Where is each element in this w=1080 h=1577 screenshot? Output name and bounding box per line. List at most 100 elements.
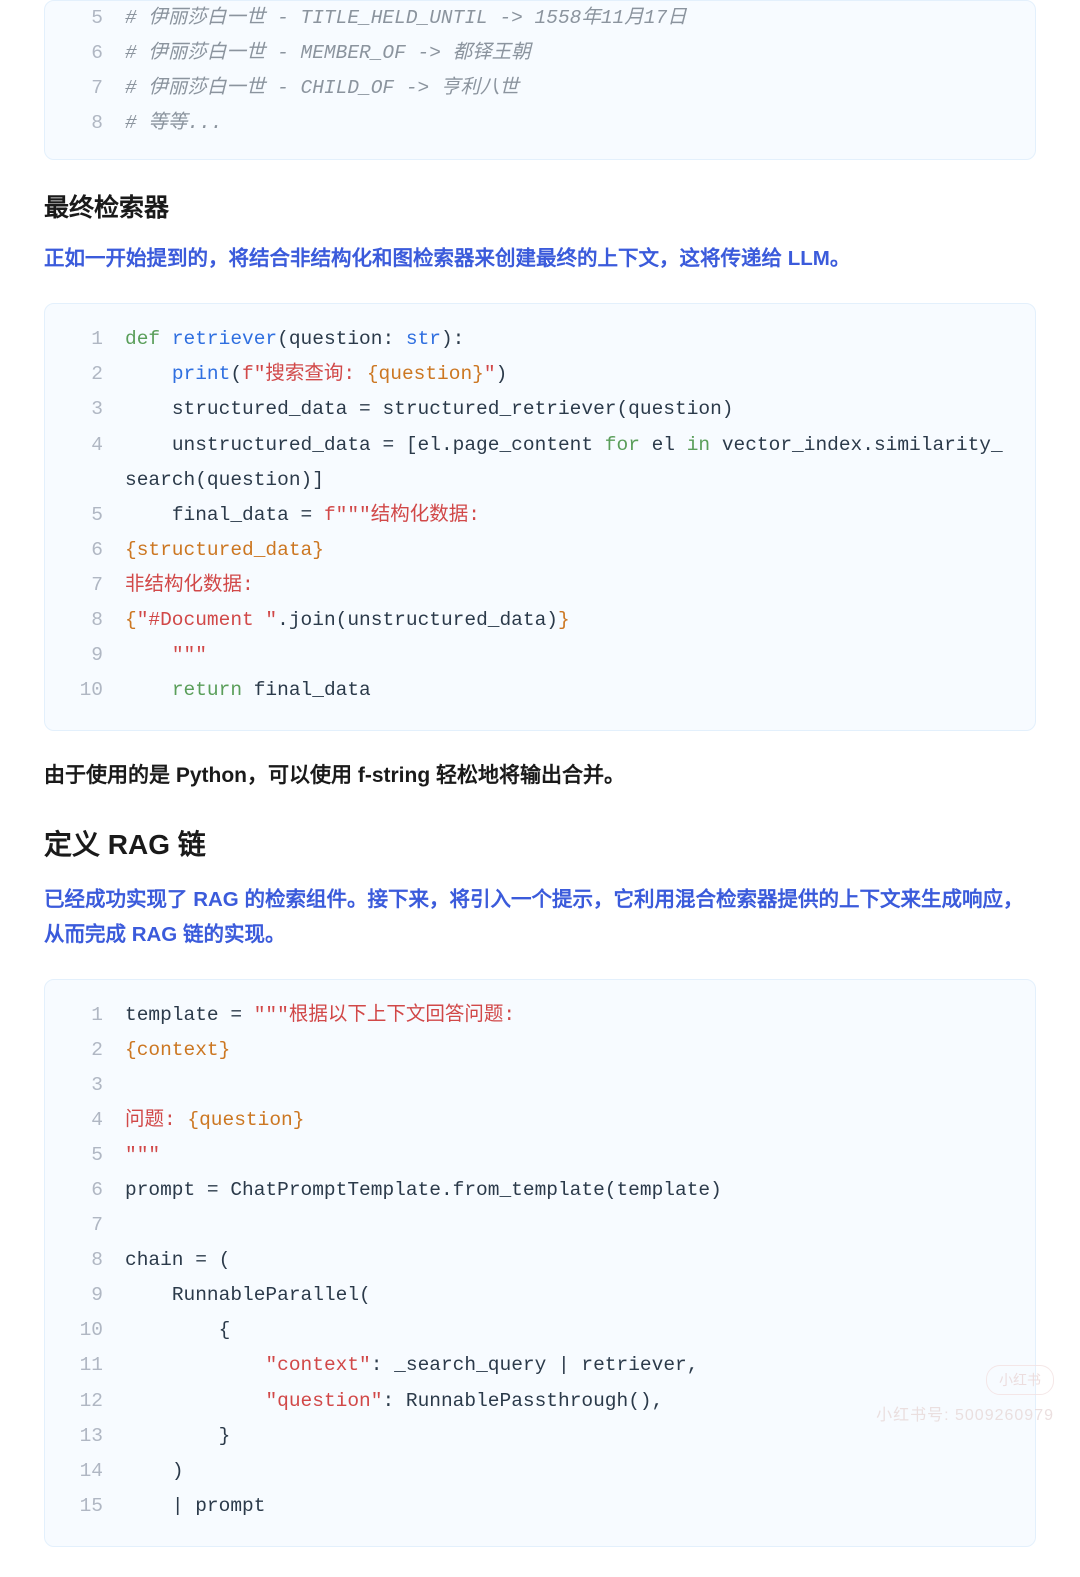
code-token: final_data: [242, 679, 371, 701]
line-content: | prompt: [125, 1489, 1013, 1524]
line-content: 非结构化数据:: [125, 568, 1013, 603]
desc-define-rag-chain: 已经成功实现了 RAG 的检索组件。接下来，将引入一个提示，它利用混合检索器提供…: [44, 883, 1036, 953]
line-number: 5: [67, 1138, 103, 1173]
code-token: # 伊丽莎白一世 - MEMBER_OF -> 都铎王朝: [125, 42, 531, 64]
line-content: return final_data: [125, 673, 1013, 708]
code-token: f"""结构化数据:: [324, 504, 480, 526]
line-content: print(f"搜索查询: {question}"): [125, 357, 1013, 392]
code-token: ): [125, 1460, 184, 1482]
code-token: : _search_query | retriever,: [371, 1354, 699, 1376]
desc-final-retriever: 正如一开始提到的，将结合非结构化和图检索器来创建最终的上下文，这将传递给 LLM…: [44, 242, 1036, 277]
code-token: 非结构化数据:: [125, 574, 254, 596]
code-token: : RunnablePassthrough(),: [382, 1390, 663, 1412]
code-token: [125, 363, 172, 385]
code-token: [125, 1354, 265, 1376]
code-token: # 伊丽莎白一世 - CHILD_OF -> 亨利八世: [125, 77, 519, 99]
code-token: unstructured_data = [el.page_content: [125, 434, 605, 456]
article-container: 5 # 伊丽莎白一世 - TITLE_HELD_UNTIL -> 1558年11月…: [0, 0, 1080, 1577]
code-token: in: [687, 434, 710, 456]
line-number: 7: [67, 1208, 103, 1243]
line-number: 7: [67, 568, 103, 603]
line-number: 2: [67, 1033, 103, 1068]
line-number: 3: [67, 392, 103, 427]
line-number: 6: [67, 533, 103, 568]
line-number: 10: [67, 673, 103, 708]
code-token: template =: [125, 1004, 254, 1026]
code-token: final_data =: [125, 504, 324, 526]
line-content: # 伊丽莎白一世 - CHILD_OF -> 亨利八世: [125, 71, 1013, 106]
code-line: 12 "question": RunnablePassthrough(),: [67, 1384, 1013, 1419]
code-line: 5 final_data = f"""结构化数据:: [67, 498, 1013, 533]
code-token: "#Document ": [137, 609, 277, 631]
code-token: """根据以下上下文回答问题:: [254, 1004, 515, 1026]
line-content: }: [125, 1419, 1013, 1454]
code-line: 15 | prompt: [67, 1489, 1013, 1524]
code-token: ": [484, 363, 496, 385]
line-number: 6: [67, 36, 103, 71]
code-token: str: [406, 328, 441, 350]
code-token: {: [125, 1319, 230, 1341]
line-content: [125, 1068, 1013, 1103]
code-token: }: [558, 609, 570, 631]
line-content: # 伊丽莎白一世 - MEMBER_OF -> 都铎王朝: [125, 36, 1013, 71]
line-number: 1: [67, 998, 103, 1033]
line-content: # 等等...: [125, 106, 1013, 141]
code-line: 3 structured_data = structured_retriever…: [67, 392, 1013, 427]
code-line: 4 unstructured_data = [el.page_content f…: [67, 428, 1013, 498]
code-token: for: [605, 434, 640, 456]
line-number: 4: [67, 1103, 103, 1138]
line-number: 9: [67, 638, 103, 673]
line-content: unstructured_data = [el.page_content for…: [125, 428, 1013, 498]
line-number: 5: [67, 1, 103, 36]
heading-final-retriever: 最终检索器: [44, 188, 1036, 224]
line-content: final_data = f"""结构化数据:: [125, 498, 1013, 533]
line-number: 7: [67, 71, 103, 106]
code-line: 8{"#Document ".join(unstructured_data)}: [67, 603, 1013, 638]
code-line: 5 # 伊丽莎白一世 - TITLE_HELD_UNTIL -> 1558年11月…: [67, 1, 1013, 36]
line-number: 12: [67, 1384, 103, 1419]
code-line: 2 print(f"搜索查询: {question}"): [67, 357, 1013, 392]
code-block-2: 1 def retriever(question: str):2 print(f"…: [44, 303, 1036, 731]
code-token: retriever: [172, 328, 277, 350]
line-content: structured_data = structured_retriever(q…: [125, 392, 1013, 427]
code-token: [125, 644, 172, 666]
line-number: 11: [67, 1348, 103, 1383]
line-content: {context}: [125, 1033, 1013, 1068]
code-token: def: [125, 328, 160, 350]
line-number: 4: [67, 428, 103, 498]
code-line: 9 RunnableParallel(: [67, 1278, 1013, 1313]
code-token: "context": [265, 1354, 370, 1376]
line-content: # 伊丽莎白一世 - TITLE_HELD_UNTIL -> 1558年11月1…: [125, 1, 1013, 36]
line-number: 9: [67, 1278, 103, 1313]
code-token: chain = (: [125, 1249, 230, 1271]
line-content: """: [125, 1138, 1013, 1173]
code-token: (question:: [277, 328, 406, 350]
code-token: {question}: [367, 363, 484, 385]
code-token: """: [125, 1144, 160, 1166]
code-token: {structured_data}: [125, 539, 324, 561]
paragraph-fstring: 由于使用的是 Python，可以使用 f-string 轻松地将输出合并。: [44, 759, 1036, 793]
line-content: "context": _search_query | retriever,: [125, 1348, 1013, 1383]
code-token: ): [496, 363, 508, 385]
line-number: 3: [67, 1068, 103, 1103]
code-line: 3: [67, 1068, 1013, 1103]
line-content: """: [125, 638, 1013, 673]
code-token: print: [172, 363, 231, 385]
code-token: return: [172, 679, 242, 701]
code-line: 10 {: [67, 1313, 1013, 1348]
code-line: 14 ): [67, 1454, 1013, 1489]
line-content: def retriever(question: str):: [125, 322, 1013, 357]
code-token: 问题:: [125, 1109, 187, 1131]
code-token: # 伊丽莎白一世 - TITLE_HELD_UNTIL -> 1558年11月1…: [125, 7, 687, 29]
code-token: el: [640, 434, 687, 456]
line-content: [125, 1208, 1013, 1243]
line-content: 问题: {question}: [125, 1103, 1013, 1138]
code-line: 1 def retriever(question: str):: [67, 322, 1013, 357]
code-token: {question}: [187, 1109, 304, 1131]
code-token: (: [230, 363, 242, 385]
line-content: RunnableParallel(: [125, 1278, 1013, 1313]
code-line: 6prompt = ChatPromptTemplate.from_templa…: [67, 1173, 1013, 1208]
code-token: [125, 1390, 265, 1412]
line-number: 1: [67, 322, 103, 357]
code-line: 1 template = """根据以下上下文回答问题:: [67, 998, 1013, 1033]
